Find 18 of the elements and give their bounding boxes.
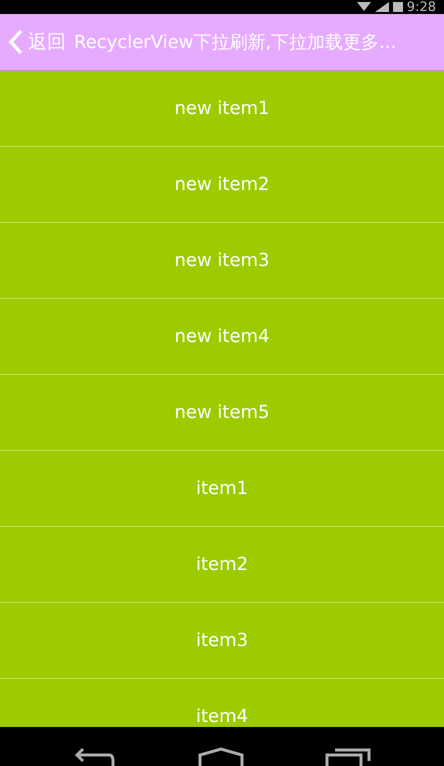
list-item[interactable]: new item4 — [0, 299, 444, 375]
list-item[interactable]: item1 — [0, 451, 444, 527]
recent-apps-icon[interactable] — [325, 747, 372, 766]
title-text: RecyclerView下拉刷新,下拉加载更多... — [74, 30, 396, 54]
status-time: 9:28 — [406, 0, 436, 14]
wifi-icon — [356, 2, 371, 12]
list-item[interactable]: item2 — [0, 527, 444, 603]
signal-icon — [374, 2, 389, 12]
list-item[interactable]: new item1 — [0, 71, 444, 147]
home-icon[interactable] — [198, 747, 244, 766]
back-button[interactable]: 返回 — [8, 28, 66, 56]
back-icon — [8, 29, 24, 55]
back-icon[interactable] — [72, 747, 117, 766]
list-item[interactable]: new item3 — [0, 223, 444, 299]
list-item[interactable]: new item5 — [0, 375, 444, 451]
list-item[interactable]: item3 — [0, 603, 444, 679]
battery-icon — [392, 2, 403, 12]
list-item[interactable]: new item2 — [0, 147, 444, 223]
